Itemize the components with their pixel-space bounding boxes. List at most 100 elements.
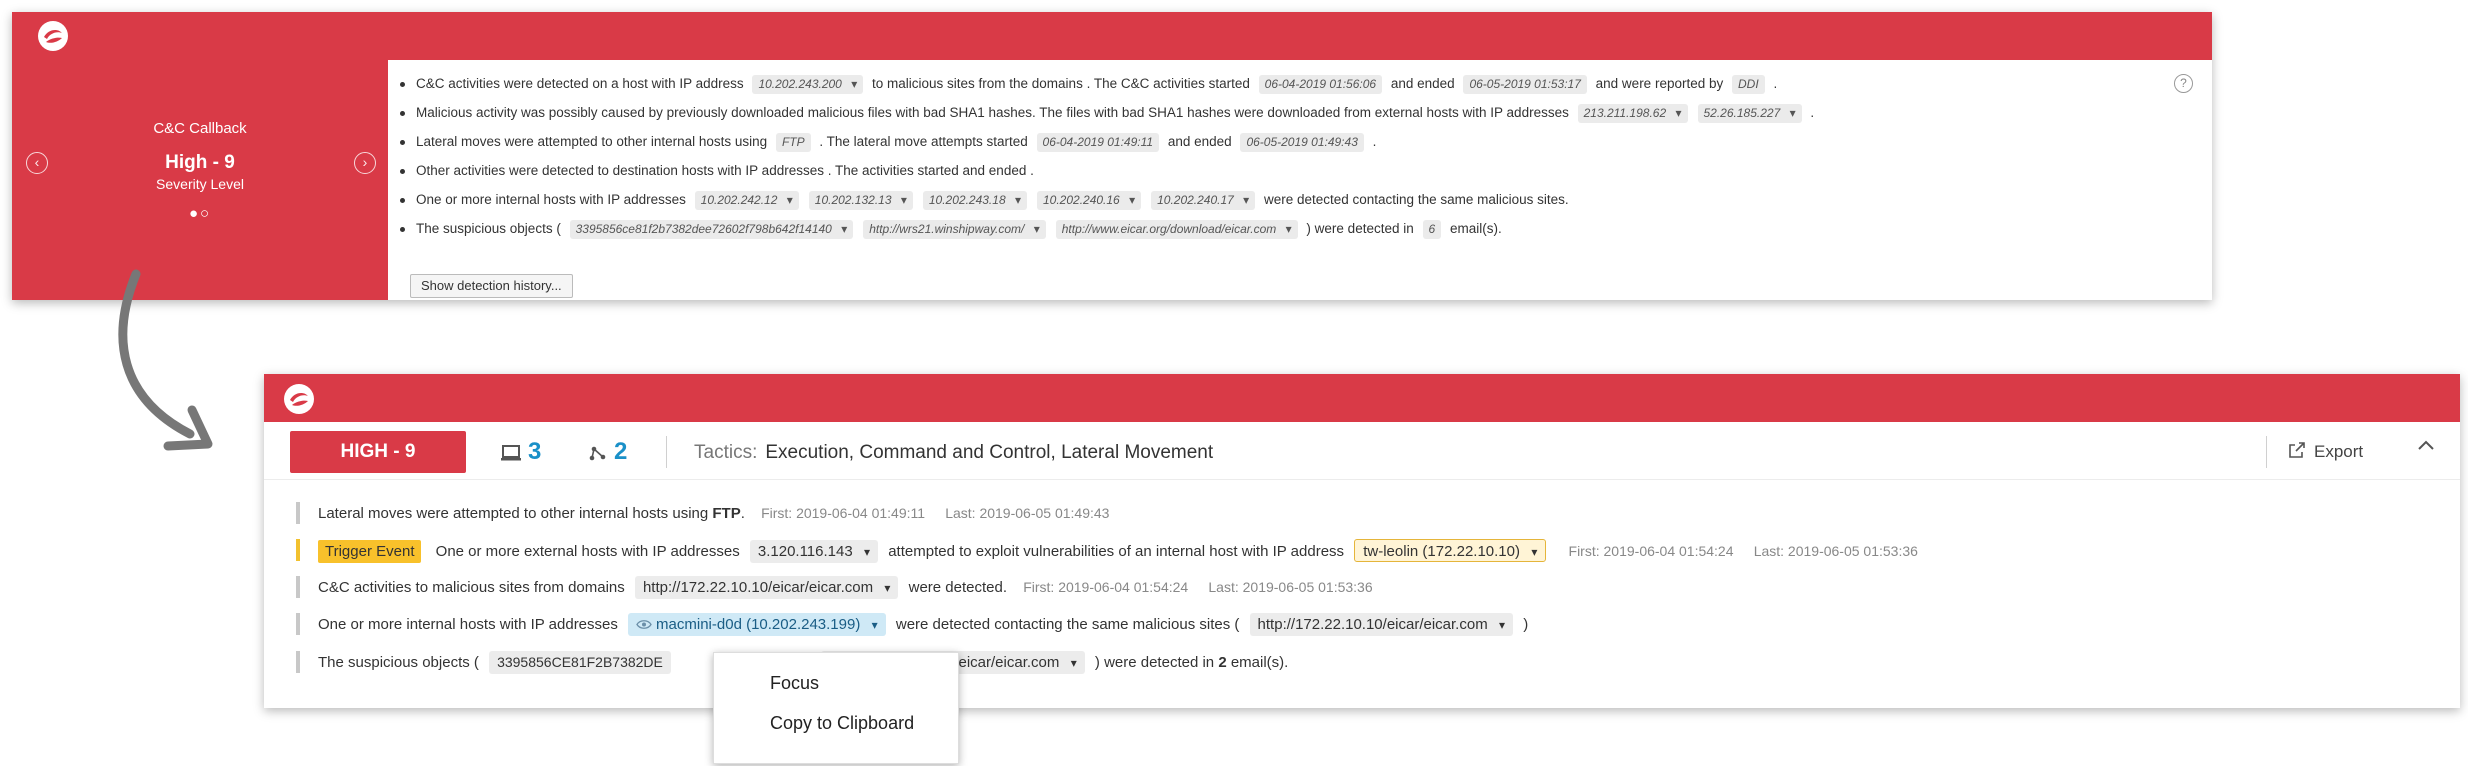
- detection-rows: Lateral moves were attempted to other in…: [296, 502, 2436, 688]
- page-dots[interactable]: ●○: [12, 205, 388, 222]
- new-detection-panel: HIGH - 9 3 2 Tactics: Execution, Command …: [264, 374, 2460, 708]
- ip-dropdown[interactable]: 10.202.240.17: [1151, 191, 1256, 210]
- text: . The lateral move attempts started: [819, 134, 1028, 149]
- text: .: [1773, 76, 1778, 91]
- text: ) were detected in: [1306, 221, 1414, 236]
- timestamp-chip: 06-05-2019 01:53:17: [1463, 75, 1587, 94]
- text: Malicious activity was possibly caused b…: [416, 105, 1569, 120]
- ip-dropdown[interactable]: 10.202.243.200: [752, 75, 864, 94]
- severity-panel: ‹ › C&C Callback High - 9 Severity Level…: [12, 60, 388, 300]
- export-icon: [2289, 442, 2305, 458]
- text: The suspicious objects (: [318, 654, 479, 671]
- ip-dropdown[interactable]: 213.211.198.62: [1577, 104, 1688, 123]
- list-item: Lateral moves were attempted to other in…: [398, 132, 2158, 161]
- text: One or more internal hosts with IP addre…: [416, 192, 686, 207]
- list-item: Malicious activity was possibly caused b…: [398, 103, 2158, 132]
- laptop-icon: [501, 444, 521, 461]
- ip-dropdown[interactable]: 52.26.185.227: [1697, 104, 1802, 123]
- text: Lateral moves were attempted to other in…: [318, 505, 709, 522]
- text: ): [1523, 616, 1529, 633]
- help-icon[interactable]: ?: [2174, 74, 2193, 93]
- object-dropdown[interactable]: 3395856ce81f2b7382dee72602f798b642f14140: [569, 220, 854, 239]
- text: .: [1810, 105, 1815, 120]
- text: .: [1372, 134, 1377, 149]
- count-chip: 6: [1422, 220, 1442, 239]
- ip-dropdown[interactable]: 10.202.243.18: [922, 191, 1027, 210]
- ip-dropdown[interactable]: 10.202.132.13: [808, 191, 913, 210]
- eye-icon: [636, 620, 652, 629]
- text: The suspicious objects (: [416, 221, 561, 236]
- table-row: The suspicious objects ( 3395856CE81F2B7…: [296, 651, 2436, 688]
- host-dropdown-label: macmini-d0d (10.202.243.199): [656, 616, 861, 633]
- show-history-button[interactable]: Show detection history...: [410, 274, 573, 298]
- arrow-icon: [118, 269, 213, 451]
- text: and ended: [1390, 76, 1455, 91]
- users-count[interactable]: 2: [588, 440, 627, 464]
- text: ) were detected in: [1094, 654, 1215, 671]
- row-marker: [296, 613, 300, 635]
- last-seen: Last: 2019-06-05 01:53:36: [1208, 579, 1373, 595]
- ip-dropdown[interactable]: 10.202.240.16: [1036, 191, 1142, 210]
- text: email(s).: [1449, 221, 1502, 236]
- host-dropdown[interactable]: tw-leolin (172.22.10.10): [1354, 539, 1547, 562]
- object-dropdown[interactable]: http://wrs21.winshipway.com/: [863, 220, 1046, 239]
- list-item: Other activities were detected to destin…: [398, 161, 2158, 190]
- protocol: FTP: [712, 505, 741, 522]
- text: were detected contacting the same malici…: [1263, 192, 1569, 207]
- last-seen: Last: 2019-06-05 01:53:36: [1753, 543, 1918, 559]
- timestamp-chip: 06-04-2019 01:56:06: [1258, 75, 1383, 94]
- text: One or more internal hosts with IP addre…: [318, 616, 618, 633]
- table-row: C&C activities to malicious sites from d…: [296, 576, 2436, 613]
- chevron-up-icon[interactable]: [2412, 438, 2440, 466]
- timestamp-chip: 06-04-2019 01:49:11: [1036, 133, 1160, 152]
- row-marker: [296, 539, 300, 561]
- context-menu: Focus Copy to Clipboard: [713, 652, 959, 764]
- export-label: Export: [2314, 442, 2364, 461]
- users-count-value: 2: [614, 438, 628, 465]
- object-dropdown[interactable]: http://www.eicar.org/download/eicar.com: [1055, 220, 1298, 239]
- detection-summary-list: C&C activities were detected on a host w…: [398, 74, 2158, 248]
- domain-dropdown[interactable]: http://172.22.10.10/eicar/eicar.com: [634, 576, 899, 599]
- text: and were reported by: [1595, 76, 1724, 91]
- table-row: One or more internal hosts with IP addre…: [296, 613, 2436, 651]
- table-row: Trigger Event One or more external hosts…: [296, 539, 2436, 576]
- site-dropdown[interactable]: http://172.22.10.10/eicar/eicar.com: [1249, 613, 1514, 636]
- menu-item-focus[interactable]: Focus: [770, 673, 819, 694]
- top-bar: [12, 12, 2212, 60]
- severity-category: C&C Callback: [153, 120, 247, 137]
- text: .: [740, 505, 745, 522]
- text: email(s).: [1230, 654, 1289, 671]
- text: C&C activities were detected on a host w…: [416, 76, 744, 91]
- text: and ended: [1167, 134, 1232, 149]
- divider: [2266, 436, 2267, 468]
- text: Other activities were detected to destin…: [416, 163, 1034, 178]
- protocol-chip: FTP: [775, 133, 811, 152]
- email-count: 2: [1218, 654, 1227, 671]
- row-marker: [296, 651, 300, 673]
- text: Lateral moves were attempted to other in…: [416, 134, 768, 149]
- text: to malicious sites from the domains . Th…: [871, 76, 1250, 91]
- logo-icon: [284, 384, 314, 414]
- hash-dropdown[interactable]: 3395856CE81F2B7382DE: [489, 651, 671, 674]
- logo-icon: [38, 21, 68, 51]
- last-seen: Last: 2019-06-05 01:49:43: [945, 505, 1110, 521]
- first-seen: First: 2019-06-04 01:54:24: [1023, 579, 1189, 595]
- tactics: Tactics: Execution, Command and Control, …: [694, 442, 1213, 464]
- ip-dropdown[interactable]: 3.120.116.143: [749, 540, 879, 563]
- hosts-count-value: 3: [528, 438, 542, 465]
- list-item: C&C activities were detected on a host w…: [398, 74, 2158, 103]
- divider: [666, 436, 667, 468]
- ip-dropdown[interactable]: 10.202.242.12: [694, 191, 799, 210]
- menu-item-copy-to-clipboard[interactable]: Copy to Clipboard: [770, 713, 914, 734]
- severity-badge[interactable]: HIGH - 9: [290, 431, 466, 473]
- row-marker: [296, 502, 300, 524]
- text: C&C activities to malicious sites from d…: [318, 579, 625, 596]
- table-row: Lateral moves were attempted to other in…: [296, 502, 2436, 539]
- hosts-count[interactable]: 3: [500, 440, 541, 464]
- text: attempted to exploit vulnerabilities of …: [888, 543, 1345, 560]
- export-button[interactable]: Export: [2288, 442, 2363, 462]
- tactics-value: Execution, Command and Control, Lateral …: [765, 442, 1214, 463]
- reporter-chip: DDI: [1732, 75, 1765, 94]
- host-dropdown[interactable]: macmini-d0d (10.202.243.199): [628, 613, 886, 636]
- network-icon: [589, 446, 606, 460]
